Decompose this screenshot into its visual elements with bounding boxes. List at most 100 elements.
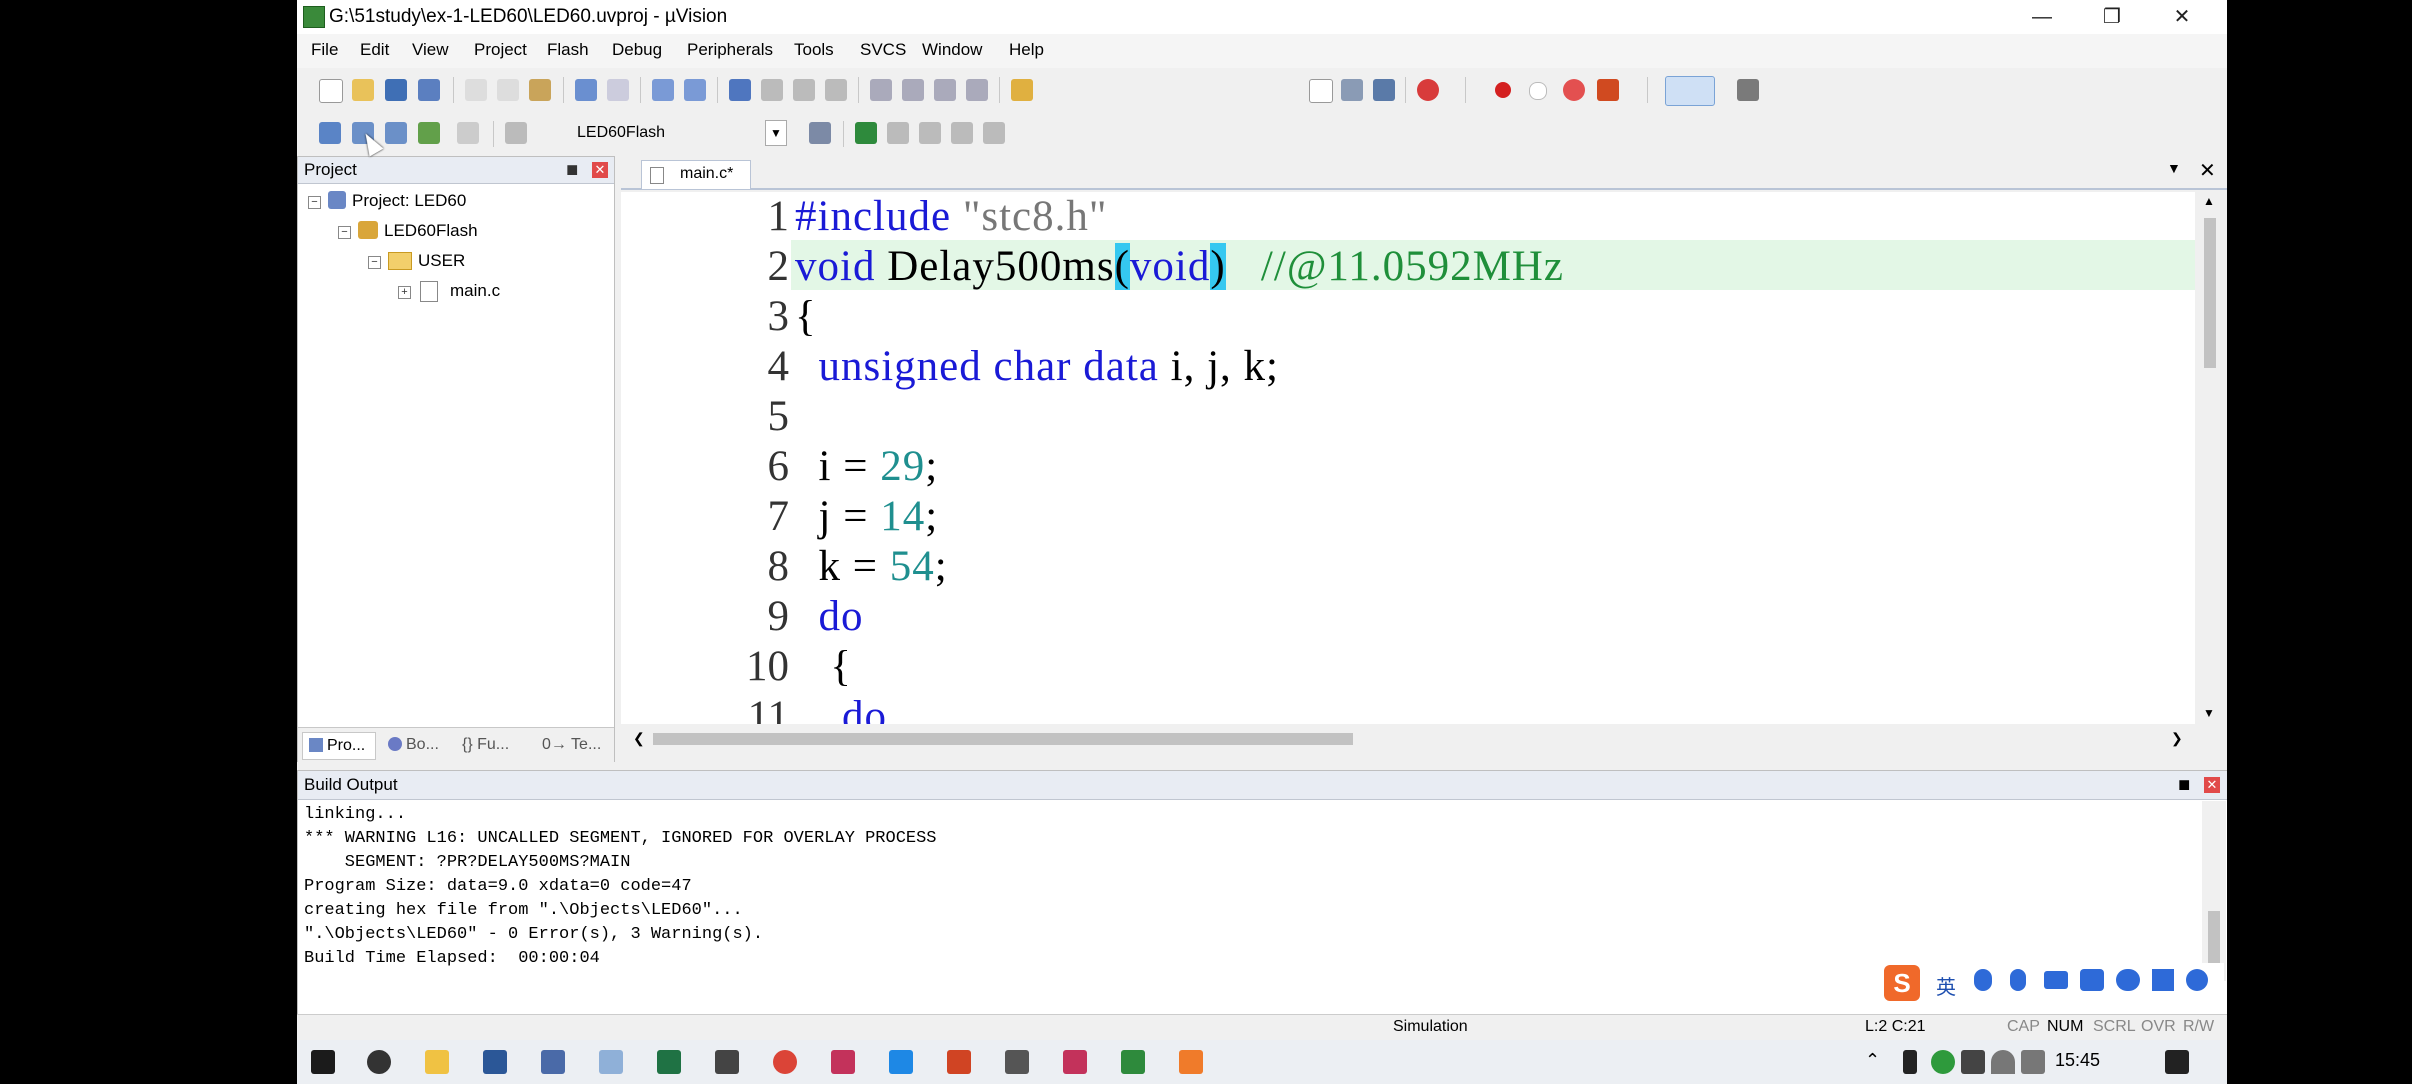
menu-flash[interactable]: Flash [547,40,589,60]
emoji-icon[interactable] [2116,969,2140,991]
indent-icon[interactable] [870,79,892,101]
clock-time[interactable]: 15:45 [2055,1050,2100,1071]
scroll-thumb[interactable] [2208,911,2220,971]
scroll-left-icon[interactable]: ❮ [633,730,645,747]
pack-installer-icon[interactable] [951,122,973,144]
rebuild-icon[interactable] [385,122,407,144]
scroll-thumb[interactable] [653,733,1353,745]
paste-icon[interactable] [529,79,551,101]
scroll-thumb[interactable] [2204,218,2216,368]
ime-language[interactable]: 英 [1936,971,1956,1000]
wifi-icon[interactable] [1991,1050,2015,1074]
skin-icon[interactable] [2080,969,2104,991]
excel-icon[interactable] [657,1050,681,1074]
window-layout-icon[interactable] [1665,76,1715,106]
collapse-icon[interactable]: − [338,226,351,239]
minimize-button[interactable]: — [2007,0,2077,34]
toolbox-icon[interactable] [2152,969,2174,991]
disable-all-breakpoints-icon[interactable] [1563,79,1585,101]
start-button-icon[interactable] [311,1050,335,1074]
download-icon[interactable] [505,122,527,144]
chrome-icon[interactable] [773,1050,797,1074]
tab-list-chevron-icon[interactable]: ▼ [2167,160,2181,176]
expand-icon[interactable]: + [398,286,411,299]
editor-vertical-scrollbar[interactable]: ▲ ▼ [2197,192,2223,724]
scroll-up-icon[interactable]: ▲ [2203,194,2215,208]
menu-debug[interactable]: Debug [612,40,662,60]
menu-tools[interactable]: Tools [794,40,834,60]
select-packs-icon[interactable] [887,122,909,144]
app-icon[interactable] [1063,1050,1087,1074]
collapse-icon[interactable]: − [368,256,381,269]
manage-rte-icon[interactable] [919,122,941,144]
navigate-forward-icon[interactable] [684,79,706,101]
menu-help[interactable]: Help [1009,40,1044,60]
menu-view[interactable]: View [412,40,449,60]
tab-main-c[interactable]: main.c* [641,160,751,189]
tab-books[interactable]: Bo... [382,732,454,758]
pin-icon[interactable]: ◼ [2178,775,2190,793]
clear-bookmarks-icon[interactable] [825,79,847,101]
menu-file[interactable]: File [311,40,338,60]
tab-project[interactable]: Pro... [302,732,376,760]
pin-icon[interactable]: ◼ [566,160,578,178]
manage-components-icon[interactable] [855,122,877,144]
volume-icon[interactable] [2021,1050,2045,1074]
incremental-find-icon[interactable] [1373,79,1395,101]
menu-svcs[interactable]: SVCS [860,40,906,60]
find-icon[interactable] [1341,79,1363,101]
breakpoint-icon[interactable] [1495,82,1511,98]
navigate-back-icon[interactable] [652,79,674,101]
app-icon[interactable] [715,1050,739,1074]
open-folder-icon[interactable] [352,79,374,101]
batch-build-icon[interactable] [418,122,440,144]
app-icon[interactable] [1179,1050,1203,1074]
event-recorder-icon[interactable] [983,122,1005,144]
configure-icon[interactable] [1737,79,1759,101]
code-editor[interactable]: 1 2 3 4 5 6 7 8 9 10 11 #include "stc8.h… [621,192,2195,724]
stop-build-icon[interactable] [457,122,479,144]
new-file-icon[interactable] [319,79,343,103]
close-editor-icon[interactable]: ✕ [2199,158,2216,183]
target-options-icon[interactable] [809,122,831,144]
menu-edit[interactable]: Edit [360,40,389,60]
find-in-files-icon[interactable] [1011,79,1033,101]
prev-bookmark-icon[interactable] [761,79,783,101]
bookmark-icon[interactable] [729,79,751,101]
punctuation-icon[interactable] [1974,969,1992,991]
sogou-ime-icon[interactable]: S [1884,965,1920,1001]
settings-icon[interactable] [2186,969,2208,991]
tab-functions[interactable]: {} Fu... [462,732,534,758]
next-bookmark-icon[interactable] [793,79,815,101]
powerpoint-icon[interactable] [947,1050,971,1074]
microphone-icon[interactable] [1903,1050,1917,1074]
menu-project[interactable]: Project [474,40,527,60]
scroll-right-icon[interactable]: ❯ [2171,730,2183,747]
close-button[interactable]: ✕ [2147,0,2217,34]
menu-window[interactable]: Window [922,40,982,60]
microphone-icon[interactable] [2010,969,2026,991]
translate-icon[interactable] [319,122,341,144]
redo-icon[interactable] [607,79,629,101]
file-explorer-icon[interactable] [425,1050,449,1074]
close-icon[interactable]: ✕ [592,162,608,178]
kill-breakpoints-icon[interactable] [1597,79,1619,101]
app-icon[interactable] [889,1050,913,1074]
comment-icon[interactable] [934,79,956,101]
build-output-scrollbar[interactable] [2202,801,2226,981]
scroll-down-icon[interactable]: ▼ [2203,706,2215,720]
app-icon[interactable] [1005,1050,1029,1074]
app-icon[interactable] [541,1050,565,1074]
menu-peripherals[interactable]: Peripherals [687,40,773,60]
ime-toolbar[interactable]: S 英 [1884,963,2224,1003]
uvision-taskbar-icon[interactable] [1121,1050,1145,1074]
tab-templates[interactable]: 0→ Te... [542,732,614,758]
keyboard-icon[interactable] [2044,971,2068,989]
app-icon[interactable] [831,1050,855,1074]
unindent-icon[interactable] [902,79,924,101]
debug-session-icon[interactable] [1417,79,1439,101]
close-icon[interactable]: ✕ [2204,777,2220,793]
uncomment-icon[interactable] [966,79,988,101]
save-all-icon[interactable] [418,79,440,101]
collapse-icon[interactable]: − [308,196,321,209]
